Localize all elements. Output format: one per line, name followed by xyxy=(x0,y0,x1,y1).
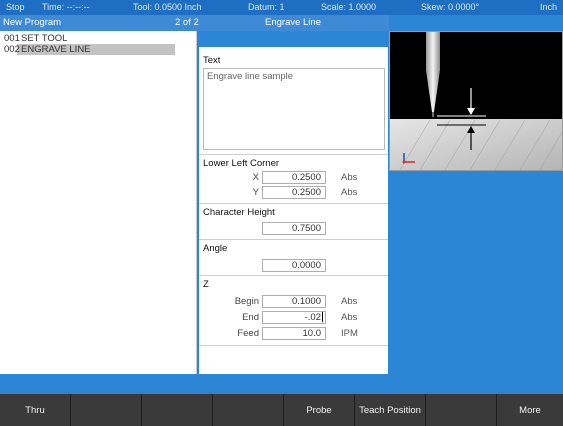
softkey-7[interactable] xyxy=(426,394,497,426)
end-field-value: -.02 xyxy=(304,312,321,323)
list-item-number: 002 xyxy=(4,44,20,55)
status-bar: Stop Time: --:--:-- Tool: 0.0500 Inch Da… xyxy=(0,0,563,15)
engrave-line-form: Text Engrave line sample Lower Left Corn… xyxy=(199,47,388,374)
status-time: Time: --:--:-- xyxy=(42,2,90,12)
status-scale: Scale: 1.0000 xyxy=(321,2,377,12)
program-name: New Program xyxy=(3,17,62,28)
step-position: 2 of 2 xyxy=(175,17,199,28)
x-label: X xyxy=(252,172,259,183)
list-gutter xyxy=(0,31,15,374)
end-unit: Abs xyxy=(341,312,358,323)
z-label: Z xyxy=(203,279,209,290)
angle-label: Angle xyxy=(203,243,228,254)
y-unit: Abs xyxy=(341,187,358,198)
x-field[interactable]: 0.2500 xyxy=(262,171,326,184)
divider xyxy=(199,275,388,276)
softkey-probe[interactable]: Probe xyxy=(284,394,355,426)
divider xyxy=(199,154,388,155)
softkey-3[interactable] xyxy=(142,394,213,426)
divider xyxy=(199,203,388,204)
list-item-number: 001 xyxy=(4,33,20,44)
list-item[interactable]: 001 SET TOOL xyxy=(0,33,196,44)
begin-unit: Abs xyxy=(341,296,358,307)
begin-label: Begin xyxy=(234,296,259,307)
end-label: End xyxy=(242,312,259,323)
char-height-label: Character Height xyxy=(203,207,275,218)
status-mode: Stop xyxy=(6,2,25,12)
end-field[interactable]: -.02 xyxy=(262,311,326,324)
program-list-rows: 001 SET TOOL 002 ENGRAVE LINE xyxy=(0,31,196,71)
program-list xyxy=(15,31,197,374)
softkey-bar: Thru Probe Teach Position More xyxy=(0,394,563,426)
feed-unit: IPM xyxy=(341,328,358,339)
tool-preview xyxy=(389,31,563,171)
softkey-thru[interactable]: Thru xyxy=(0,394,71,426)
step-title: Engrave Line xyxy=(265,17,321,28)
text-label: Text xyxy=(203,55,221,66)
text-cursor xyxy=(322,312,323,323)
feed-label: Feed xyxy=(237,328,259,339)
list-item-name: SET TOOL xyxy=(21,33,68,44)
list-item-selected[interactable]: 002 ENGRAVE LINE xyxy=(0,44,196,55)
softkey-more[interactable]: More xyxy=(497,394,563,426)
divider xyxy=(199,345,388,346)
engrave-illustration xyxy=(390,32,563,171)
status-tool: Tool: 0.0500 Inch xyxy=(133,2,202,12)
feed-field[interactable]: 10.0 xyxy=(262,327,326,340)
y-field[interactable]: 0.2500 xyxy=(262,186,326,199)
lower-left-label: Lower Left Corner xyxy=(203,158,280,169)
status-unit: Inch xyxy=(540,2,558,12)
angle-field[interactable]: 0.0000 xyxy=(262,259,326,272)
list-item-name: ENGRAVE LINE xyxy=(21,44,91,55)
x-unit: Abs xyxy=(341,172,358,183)
text-input[interactable]: Engrave line sample xyxy=(203,68,385,150)
status-datum: Datum: 1 xyxy=(248,2,285,12)
program-title-bar: New Program 2 of 2 Engrave Line xyxy=(0,15,389,31)
softkey-4[interactable] xyxy=(213,394,284,426)
screen: Stop Time: --:--:-- Tool: 0.0500 Inch Da… xyxy=(0,0,563,426)
y-label: Y xyxy=(252,187,259,198)
begin-field[interactable]: 0.1000 xyxy=(262,295,326,308)
divider xyxy=(199,239,388,240)
softkey-teach-position[interactable]: Teach Position xyxy=(355,394,426,426)
char-height-field[interactable]: 0.7500 xyxy=(262,222,326,235)
softkey-2[interactable] xyxy=(71,394,142,426)
status-skew: Skew: 0.0000° xyxy=(421,2,480,12)
